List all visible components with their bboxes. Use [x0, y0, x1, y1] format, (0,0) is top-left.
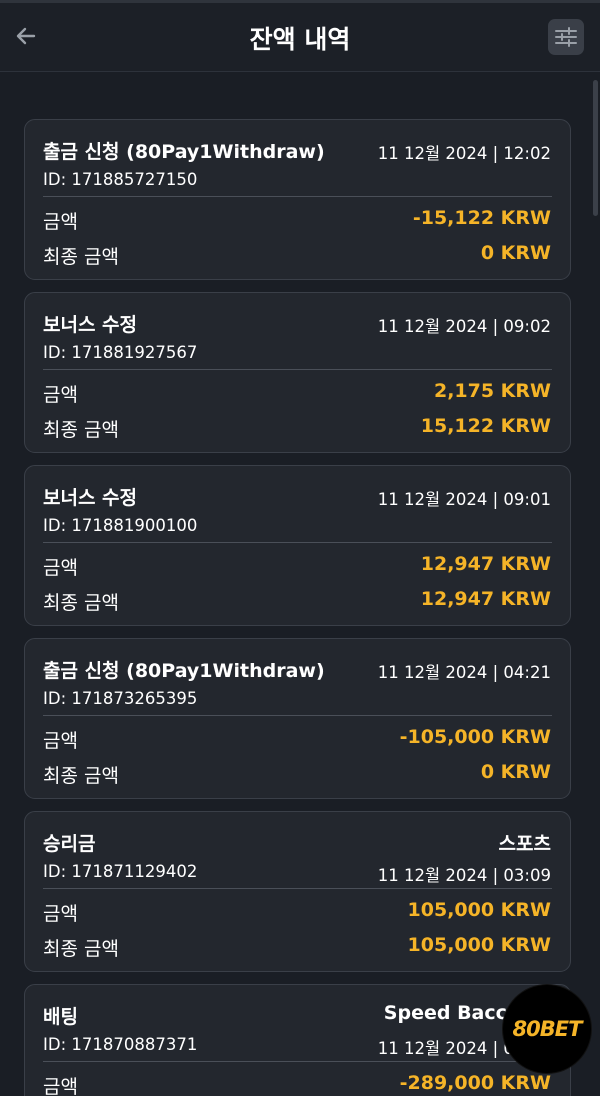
final-amount-label: 최종 금액	[43, 765, 119, 787]
amount-label: 금액	[43, 903, 78, 925]
amount-value: 2,175 KRW	[433, 380, 551, 402]
amount-value: -15,122 KRW	[412, 207, 551, 229]
amount-value: 12,947 KRW	[420, 553, 551, 575]
transaction-datetime: 11 12월 2024 | 04:21	[377, 663, 551, 682]
card-divider	[43, 542, 552, 543]
top-border	[0, 0, 600, 3]
sliders-icon	[555, 27, 577, 47]
final-amount-label: 최종 금액	[43, 246, 119, 268]
transaction-type: 출금 신청 (80Pay1Withdraw)	[43, 141, 325, 163]
card-divider	[43, 196, 552, 197]
transaction-type: 보너스 수정	[43, 314, 138, 336]
page-title: 잔액 내역	[249, 25, 351, 54]
card-divider	[43, 369, 552, 370]
transaction-id: ID: 171881900100	[43, 516, 198, 535]
filter-button[interactable]	[548, 19, 584, 55]
transaction-id: ID: 171885727150	[43, 170, 198, 189]
transaction-card[interactable]: 배팅 Speed Baccarat ID: 171870887371 11 12…	[24, 984, 571, 1096]
amount-label: 금액	[43, 211, 78, 233]
transaction-card[interactable]: 출금 신청 (80Pay1Withdraw) 11 12월 2024 | 04:…	[24, 638, 571, 799]
brand-logo-text: 80BET	[512, 1017, 583, 1041]
transaction-category: 스포츠	[498, 833, 551, 855]
scrollbar[interactable]	[593, 80, 598, 216]
final-amount-value: 105,000 KRW	[407, 934, 551, 956]
transaction-type: 배팅	[43, 1006, 78, 1028]
final-amount-label: 최종 금액	[43, 419, 119, 441]
card-divider	[43, 888, 552, 889]
app-header: 잔액 내역	[0, 0, 600, 72]
transaction-id: ID: 171881927567	[43, 343, 198, 362]
final-amount-value: 0 KRW	[480, 761, 551, 783]
amount-label: 금액	[43, 557, 78, 579]
brand-logo-badge[interactable]: 80BET	[503, 985, 591, 1073]
transaction-type: 승리금	[43, 833, 96, 855]
transaction-id: ID: 171873265395	[43, 689, 198, 708]
transaction-id: ID: 171871129402	[43, 862, 198, 881]
transaction-type: 보너스 수정	[43, 487, 138, 509]
transaction-datetime: 11 12월 2024 | 03:09	[377, 866, 551, 885]
amount-label: 금액	[43, 1076, 78, 1096]
transaction-datetime: 11 12월 2024 | 12:02	[377, 144, 551, 163]
amount-value: -105,000 KRW	[399, 726, 551, 748]
transaction-type: 출금 신청 (80Pay1Withdraw)	[43, 660, 325, 682]
amount-value: 105,000 KRW	[407, 899, 551, 921]
final-amount-value: 0 KRW	[480, 242, 551, 264]
final-amount-label: 최종 금액	[43, 938, 119, 960]
transaction-card[interactable]: 보너스 수정 11 12월 2024 | 09:01 ID: 171881900…	[24, 465, 571, 626]
transaction-card[interactable]: 보너스 수정 11 12월 2024 | 09:02 ID: 171881927…	[24, 292, 571, 453]
transaction-datetime: 11 12월 2024 | 09:01	[377, 490, 551, 509]
amount-label: 금액	[43, 730, 78, 752]
final-amount-value: 12,947 KRW	[420, 588, 551, 610]
amount-label: 금액	[43, 384, 78, 406]
final-amount-value: 15,122 KRW	[420, 415, 551, 437]
final-amount-label: 최종 금액	[43, 592, 119, 614]
transaction-card[interactable]: 승리금 스포츠 ID: 171871129402 11 12월 2024 | 0…	[24, 811, 571, 972]
card-divider	[43, 715, 552, 716]
transaction-card[interactable]: 출금 신청 (80Pay1Withdraw) 11 12월 2024 | 12:…	[24, 119, 571, 280]
amount-value: -289,000 KRW	[399, 1072, 551, 1094]
transaction-id: ID: 171870887371	[43, 1035, 198, 1054]
card-divider	[43, 1061, 552, 1062]
transaction-datetime: 11 12월 2024 | 09:02	[377, 317, 551, 336]
